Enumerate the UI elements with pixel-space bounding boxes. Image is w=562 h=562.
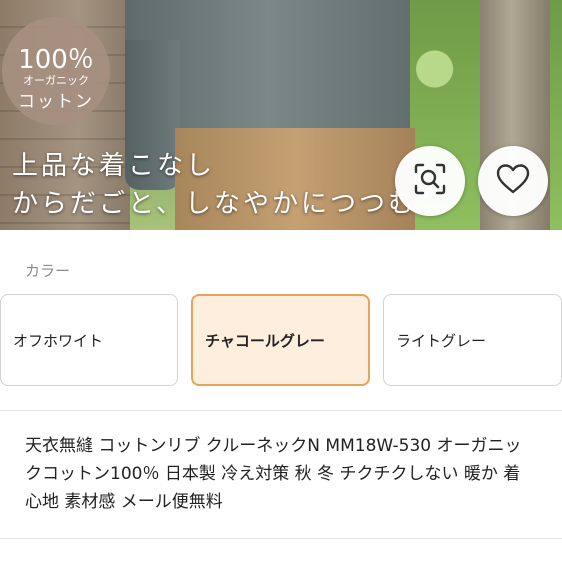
section-divider [0, 410, 562, 411]
hero-caption-line-1: 上品な着こなし [12, 151, 216, 181]
color-section-label: カラー [25, 262, 71, 280]
color-option-light-gray[interactable]: ライトグレー [383, 294, 562, 386]
zoom-search-icon [413, 162, 447, 200]
favorite-button[interactable] [478, 146, 548, 216]
color-option-label: チャコールグレー [205, 331, 325, 350]
color-option-charcoal-gray[interactable]: チャコールグレー [191, 294, 370, 386]
hero-caption-line-2: からだごと、しなやかにつつむ [12, 189, 417, 219]
badge-percent: 100％ [18, 45, 94, 75]
badge-line-2: コットン [18, 92, 94, 112]
section-divider [0, 538, 562, 539]
badge-line-1: オーガニック [23, 74, 89, 87]
product-title: 天衣無縫 コットンリブ クルーネックN MM18W-530 オーガニックコットン… [25, 436, 522, 512]
product-hero-image[interactable]: 100％ オーガニック コットン 上品な着こなし からだごと、しなやかにつつむ [0, 0, 562, 230]
color-option-label: ライトグレー [396, 331, 487, 350]
heart-icon [496, 163, 530, 199]
organic-cotton-badge: 100％ オーガニック コットン [2, 17, 110, 125]
color-option-off-white[interactable]: オフホワイト [0, 294, 178, 386]
product-page: 100％ オーガニック コットン 上品な着こなし からだごと、しなやかにつつむ [0, 0, 562, 562]
zoom-button[interactable] [395, 146, 465, 216]
color-option-label: オフホワイト [13, 331, 104, 350]
